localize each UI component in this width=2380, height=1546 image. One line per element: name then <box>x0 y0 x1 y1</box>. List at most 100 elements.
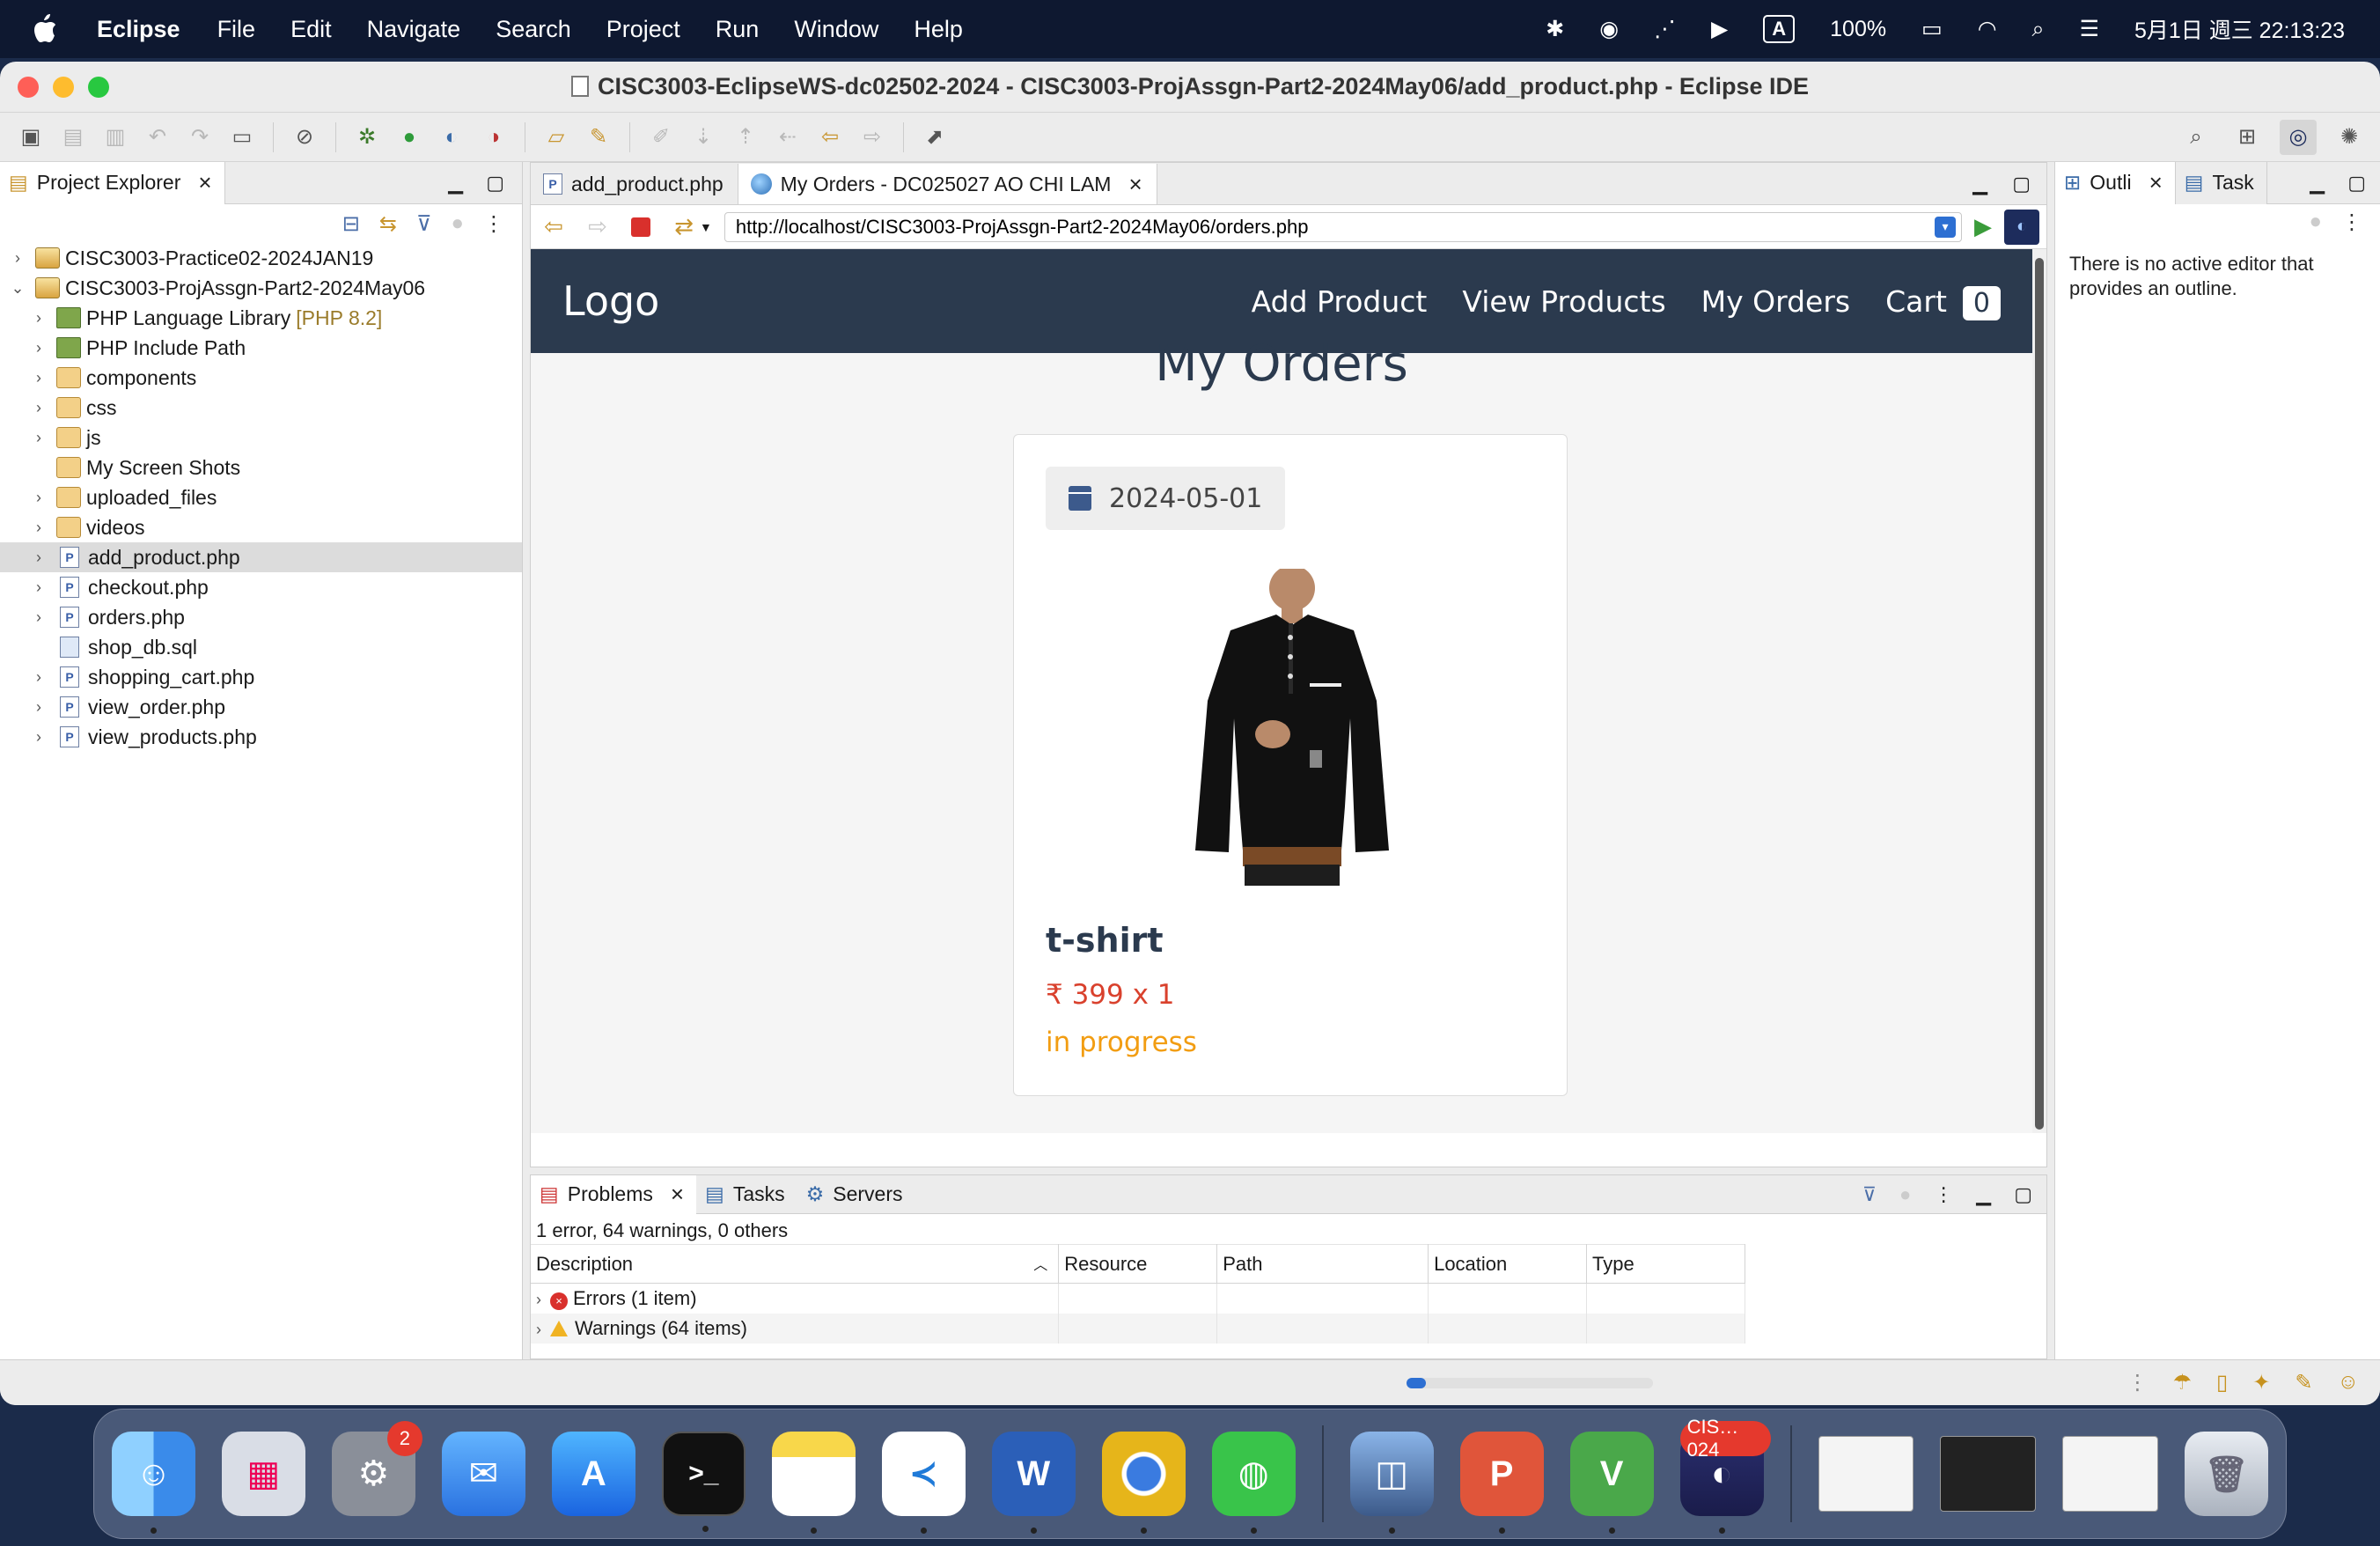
focus-task-icon[interactable]: ● <box>1899 1183 1911 1206</box>
save-icon[interactable]: ▤ <box>55 120 92 155</box>
nav-view-products[interactable]: View Products <box>1462 284 1665 319</box>
tree-item[interactable]: › Pshopping_cart.php <box>0 662 522 692</box>
tree-item[interactable]: › videos <box>0 512 522 542</box>
tree-item[interactable]: › js <box>0 423 522 453</box>
control-center-icon[interactable]: ☰ <box>2080 16 2099 42</box>
nav-cart[interactable]: Cart 0 <box>1885 284 2001 320</box>
undo-icon[interactable]: ↶ <box>139 120 176 155</box>
maximize-editor-icon[interactable]: ▢ <box>2012 173 2031 195</box>
tab-problems[interactable]: ▤ Problems × <box>531 1174 697 1214</box>
menu-help[interactable]: Help <box>914 16 963 43</box>
tree-item[interactable]: shop_db.sql <box>0 632 522 662</box>
apple-menu-icon[interactable] <box>32 14 70 44</box>
last-edit-icon[interactable]: ⇠ <box>769 120 806 155</box>
menu-edit[interactable]: Edit <box>290 16 332 43</box>
back-icon[interactable]: ⇦ <box>812 120 848 155</box>
tab-task-list[interactable]: ▤ Task <box>2175 161 2267 204</box>
url-history-dropdown-icon[interactable]: ▾ <box>1935 216 1956 238</box>
scrollbar-thumb[interactable] <box>2035 258 2044 1130</box>
filter-icon[interactable]: ⊽ <box>416 211 432 237</box>
play-status-icon[interactable]: ▶ <box>1711 16 1728 42</box>
new-wizard-icon[interactable]: ▣ <box>12 120 49 155</box>
chevron-down-icon[interactable]: ▼ <box>700 220 712 234</box>
screen-share-icon[interactable]: ⋰ <box>1654 16 1676 42</box>
minimize-window-button[interactable] <box>53 76 74 98</box>
table-row-warnings[interactable]: › Warnings (64 items) <box>531 1313 1745 1344</box>
app-menu-eclipse[interactable]: Eclipse <box>97 16 180 43</box>
chevron-right-icon[interactable]: › <box>30 548 48 567</box>
terminal-icon[interactable]: >_ <box>661 1432 746 1532</box>
close-icon[interactable]: × <box>1128 171 1142 198</box>
chevron-right-icon[interactable]: › <box>30 429 48 447</box>
chevron-right-icon[interactable]: › <box>30 728 48 747</box>
notes-icon[interactable] <box>771 1432 856 1534</box>
chevron-right-icon[interactable]: › <box>30 668 48 687</box>
chevron-right-icon[interactable]: › <box>30 399 48 417</box>
chevron-right-icon[interactable]: › <box>30 339 48 357</box>
url-field[interactable]: ▾ <box>724 211 1962 242</box>
column-location[interactable]: Location <box>1428 1244 1588 1284</box>
minimize-editor-icon[interactable]: ▁ <box>1972 173 1987 195</box>
redo-icon[interactable]: ↷ <box>181 120 218 155</box>
prev-annotation-icon[interactable]: ⇡ <box>727 120 764 155</box>
debug-perspective-icon[interactable]: ✺ <box>2331 120 2368 155</box>
menu-navigate[interactable]: Navigate <box>367 16 461 43</box>
app-store-icon[interactable]: A <box>551 1432 635 1516</box>
airdrop-icon[interactable]: ◉ <box>1599 16 1619 42</box>
minimized-window-vscode[interactable] <box>1940 1436 2037 1512</box>
menubar-clock[interactable]: 5月1日 週三 22:13:23 <box>2134 13 2345 45</box>
bluetooth-icon[interactable]: ✱ <box>1546 16 1564 42</box>
tab-my-orders-browser[interactable]: My Orders - DC025027 AO CHI LAM × <box>738 164 1157 204</box>
menu-run[interactable]: Run <box>716 16 760 43</box>
product-image[interactable] <box>1169 569 1415 886</box>
chevron-right-icon[interactable]: › <box>9 249 26 268</box>
save-all-icon[interactable]: ▥ <box>97 120 134 155</box>
search-icon[interactable]: ⌕ <box>2178 120 2215 155</box>
wifi-icon[interactable]: ◠ <box>1978 16 1997 42</box>
tab-project-explorer[interactable]: ▤ Project Explorer × <box>0 161 225 204</box>
close-icon[interactable]: × <box>671 1181 684 1208</box>
open-type-icon[interactable]: ▱ <box>538 120 575 155</box>
external-tools-icon[interactable]: ◑ <box>475 120 512 155</box>
next-annotation-icon[interactable]: ⇣ <box>685 120 722 155</box>
close-icon[interactable]: × <box>198 169 211 196</box>
pin-editor-icon[interactable]: ⬈ <box>916 120 953 155</box>
maximize-panel-icon[interactable]: ▢ <box>2347 172 2366 195</box>
web-page-scrollbar[interactable] <box>2032 249 2046 1133</box>
tutorial-icon[interactable]: ✦ <box>2252 1370 2270 1395</box>
eclipse-logo-icon[interactable]: ◐ <box>2004 209 2039 245</box>
menu-window[interactable]: Window <box>794 16 878 43</box>
close-icon[interactable]: × <box>2149 169 2163 196</box>
word-icon[interactable]: W <box>991 1432 1076 1534</box>
minimize-panel-icon[interactable]: ▁ <box>2310 172 2325 195</box>
forward-icon[interactable]: ⇨ <box>854 120 891 155</box>
minimize-panel-icon[interactable]: ▁ <box>448 172 463 195</box>
smiley-icon[interactable]: ☺ <box>2337 1370 2359 1395</box>
chevron-right-icon[interactable]: › <box>30 519 48 537</box>
tab-tasks[interactable]: ▤ Tasks <box>696 1175 797 1214</box>
launchpad-icon[interactable]: ▦ <box>221 1432 305 1516</box>
maximize-panel-icon[interactable]: ▢ <box>486 172 504 195</box>
chevron-right-icon[interactable]: › <box>536 1321 541 1338</box>
vim-icon[interactable]: V <box>1569 1432 1654 1534</box>
tree-item[interactable]: › CISC3003-Practice02-2024JAN19 <box>0 243 522 273</box>
chevron-right-icon[interactable]: › <box>30 578 48 597</box>
tree-item[interactable]: › components <box>0 363 522 393</box>
tree-item[interactable]: › PHP Language Library [PHP 8.2] <box>0 303 522 333</box>
terminal-icon[interactable]: ▭ <box>224 120 261 155</box>
chevron-right-icon[interactable]: › <box>536 1291 541 1308</box>
mail-icon[interactable]: ✉ <box>441 1432 525 1516</box>
link-editor-icon[interactable]: ⇆ <box>379 211 397 237</box>
menu-search[interactable]: Search <box>496 16 571 43</box>
tab-add-product-php[interactable]: P add_product.php <box>531 164 738 204</box>
chrome-icon[interactable] <box>1101 1432 1186 1534</box>
tree-item[interactable]: › PHP Include Path <box>0 333 522 363</box>
close-window-button[interactable] <box>18 76 39 98</box>
eclipse-icon[interactable]: ◐ CIS…024 <box>1679 1416 1771 1534</box>
tree-item[interactable]: › Pview_products.php <box>0 722 522 752</box>
tree-item[interactable]: › css <box>0 393 522 423</box>
progress-bar[interactable] <box>1407 1378 1653 1388</box>
minimized-window-chrome[interactable] <box>1818 1436 1914 1512</box>
focus-task-icon[interactable]: ● <box>452 211 465 236</box>
browser-stop-icon[interactable] <box>631 217 650 237</box>
